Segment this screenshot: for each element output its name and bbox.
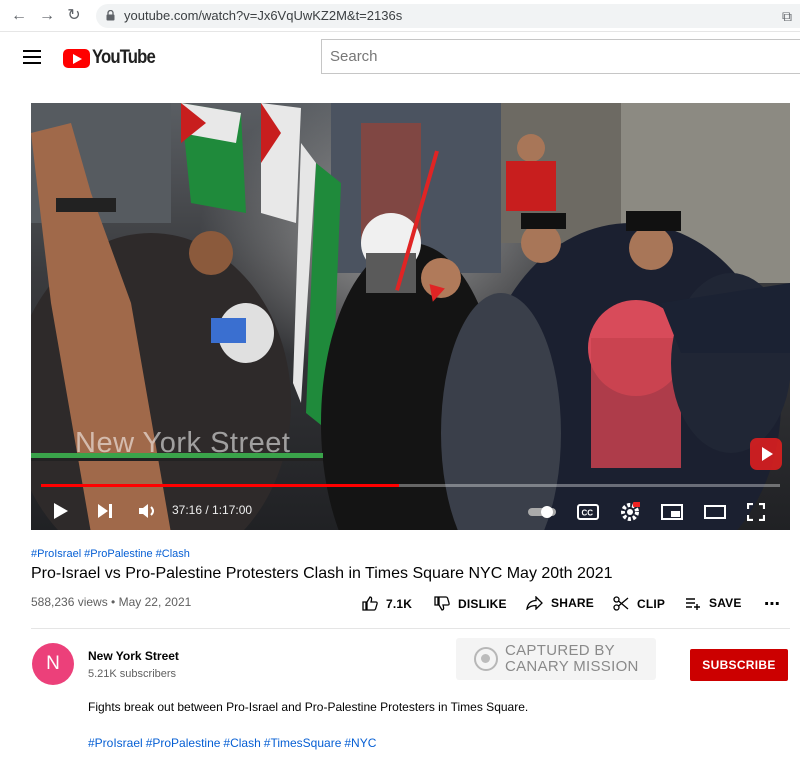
play-icon[interactable]	[53, 502, 69, 520]
clip-button[interactable]: CLIP	[613, 596, 665, 611]
autoplay-toggle-icon[interactable]	[527, 505, 557, 519]
save-label: SAVE	[709, 596, 742, 610]
captions-icon[interactable]: CC	[577, 504, 599, 520]
save-button[interactable]: SAVE	[685, 596, 742, 610]
thumbs-down-icon	[434, 596, 450, 611]
subscribe-button[interactable]: SUBSCRIBE	[690, 649, 788, 681]
thumbs-up-icon	[362, 596, 378, 611]
settings-gear-icon[interactable]	[620, 502, 640, 522]
youtube-corner-icon	[750, 438, 782, 470]
extension-icon[interactable]: ⧉	[782, 8, 792, 25]
scissors-icon	[613, 596, 629, 611]
hashtag-link[interactable]: #Clash	[223, 736, 260, 750]
video-tags: #ProIsrael #ProPalestine #Clash	[31, 548, 193, 560]
browser-toolbar: ← → ↻ youtube.com/watch?v=Jx6VqUwKZ2M&t=…	[0, 0, 800, 32]
channel-avatar[interactable]: N	[32, 643, 74, 685]
clip-label: CLIP	[637, 596, 666, 611]
description-hashtags: #ProIsrael #ProPalestine #Clash #TimesSquar…	[88, 736, 379, 750]
youtube-header: YouTube Search	[0, 32, 800, 82]
hashtag-link[interactable]: #TimesSquare	[264, 736, 342, 750]
video-player[interactable]: New York Street 37:16 / 1:17:00 CC	[31, 103, 790, 530]
forward-arrow-icon[interactable]: →	[37, 6, 57, 26]
miniplayer-icon[interactable]	[661, 504, 683, 520]
search-input[interactable]: Search	[321, 39, 800, 74]
time-total: 1:17:00	[212, 503, 253, 517]
hashtag-link[interactable]: #ProPalestine	[146, 736, 221, 750]
theater-mode-icon[interactable]	[704, 505, 726, 519]
next-icon[interactable]	[97, 503, 113, 519]
section-divider	[31, 628, 790, 629]
more-options-icon[interactable]: ⋯	[764, 594, 780, 614]
video-progress-fill	[41, 484, 399, 487]
svg-text:CC: CC	[582, 509, 594, 518]
video-frame	[31, 103, 790, 530]
hashtag-link[interactable]: #ProPalestine	[84, 548, 153, 560]
player-controls: 37:16 / 1:17:00 CC	[31, 491, 790, 530]
time-current: 37:16	[172, 503, 203, 517]
share-label: SHARE	[551, 596, 595, 610]
dislike-button[interactable]: DISLIKE	[434, 596, 507, 611]
youtube-play-icon	[63, 48, 90, 68]
logo-text: YouTube	[92, 47, 156, 68]
subscriber-count: 5.21K subscribers	[88, 668, 177, 680]
youtube-logo[interactable]: YouTube	[63, 47, 163, 69]
dislike-label: DISLIKE	[458, 596, 507, 611]
like-count: 7.1K	[386, 596, 413, 611]
fullscreen-icon[interactable]	[747, 503, 765, 521]
watermark-line-1: CAPTURED BY	[505, 642, 615, 659]
hashtag-link[interactable]: #NYC	[344, 736, 376, 750]
menu-icon[interactable]	[23, 50, 41, 64]
watermark-text: CAPTURED BY CANARY MISSION	[505, 643, 639, 675]
url-text: youtube.com/watch?v=Jx6VqUwKZ2M&t=2136s	[124, 8, 403, 23]
back-arrow-icon[interactable]: ←	[9, 6, 29, 26]
add-to-playlist-icon	[686, 597, 700, 610]
canary-mission-logo-icon	[474, 647, 498, 671]
video-progress-bar[interactable]	[41, 484, 780, 487]
time-display: 37:16 / 1:17:00	[172, 503, 253, 517]
lock-icon	[106, 10, 115, 21]
hashtag-link[interactable]: #ProIsrael	[31, 548, 81, 560]
canary-mission-watermark: CAPTURED BY CANARY MISSION	[456, 638, 656, 680]
watermark-line-2: CANARY MISSION	[505, 658, 639, 675]
video-title: Pro-Israel vs Pro-Palestine Protesters C…	[31, 565, 613, 582]
watermark-dark-bar	[31, 458, 323, 461]
video-description: Fights break out between Pro-Israel and …	[88, 700, 529, 714]
hashtag-link[interactable]: #Clash	[156, 548, 190, 560]
like-button[interactable]: 7.1K	[362, 596, 412, 611]
action-bar: 7.1K DISLIKE SHARE CLIP SAVE ⋯	[0, 596, 800, 616]
volume-icon[interactable]	[138, 503, 158, 519]
reload-icon[interactable]: ↻	[64, 6, 84, 26]
share-button[interactable]: SHARE	[526, 596, 594, 610]
share-arrow-icon	[526, 596, 543, 610]
channel-name[interactable]: New York Street	[88, 649, 179, 663]
address-bar[interactable]: youtube.com/watch?v=Jx6VqUwKZ2M&t=2136s …	[96, 4, 800, 28]
hashtag-link[interactable]: #ProIsrael	[88, 736, 143, 750]
